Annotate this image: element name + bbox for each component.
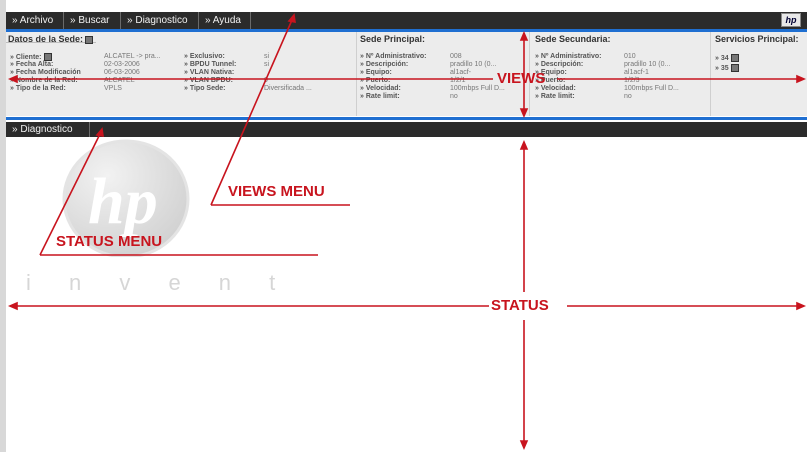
views-annotation: VIEWS [497, 70, 546, 87]
status-annotation: STATUS [491, 297, 549, 314]
status-menu-annotation: STATUS MENU [56, 233, 163, 250]
views-menu-annotation: VIEWS MENU [228, 183, 325, 200]
annotation-overlay [7, 13, 807, 451]
